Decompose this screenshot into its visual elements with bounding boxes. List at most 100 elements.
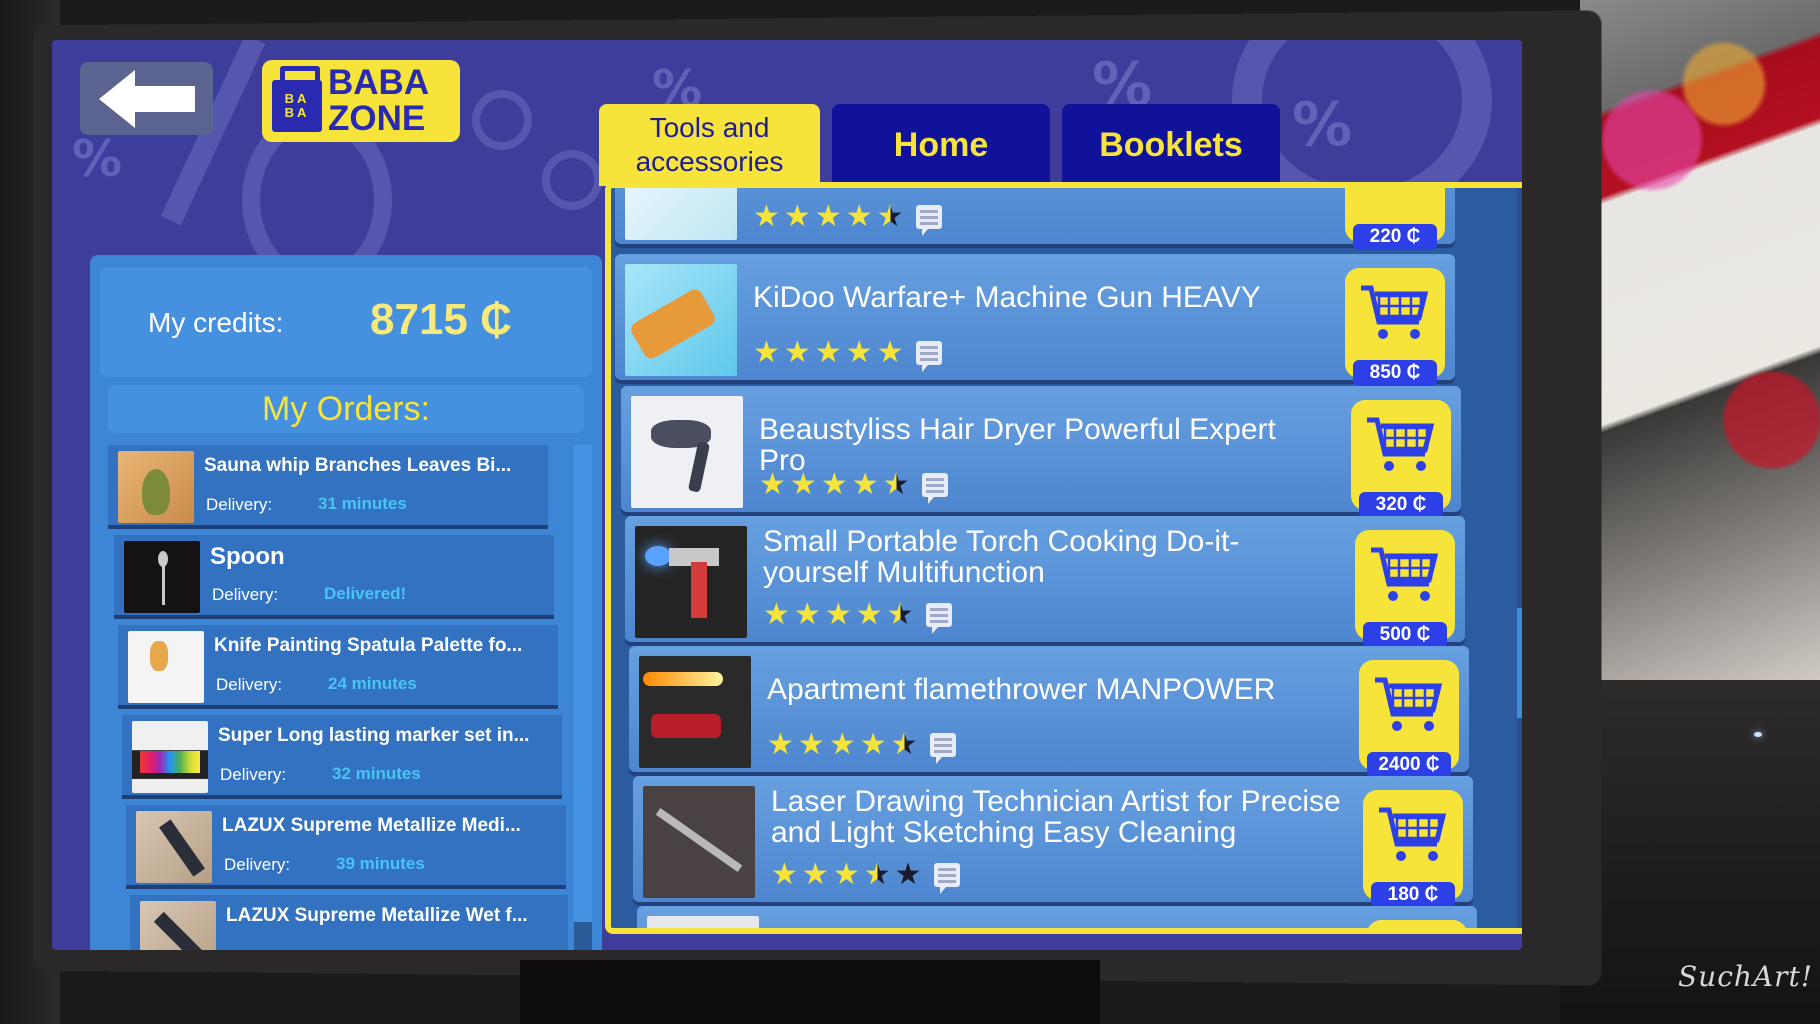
star-icon: ★ — [793, 598, 821, 631]
star-icon: ★ — [859, 728, 887, 761]
bg-percent-ring — [472, 90, 532, 150]
delivery-label: Delivery: — [220, 765, 287, 784]
delivery-label: Delivery: — [224, 855, 291, 874]
product-row[interactable]: Laser Drawing Technician Artist for Prec… — [633, 776, 1473, 908]
price-badge: 320 ₵ — [1359, 492, 1443, 518]
star-icon: ★ — [797, 728, 825, 761]
scene-light — [1754, 732, 1762, 737]
hair-dryer-handle — [687, 441, 711, 493]
tab-tools-and-accessories[interactable]: Tools and accessories — [599, 104, 820, 186]
tab-label: Booklets — [1099, 125, 1243, 164]
rating-stars: ★ ★ ★ ★ ★ — [763, 598, 952, 634]
tab-booklets[interactable]: Booklets — [1062, 104, 1280, 186]
product-name: KiDoo Warfare+ Machine Gun HEAVY — [753, 281, 1261, 314]
shopping-bag-icon: BA BA — [272, 66, 322, 132]
product-thumbnail — [639, 656, 751, 768]
star-icon: ★ — [890, 728, 918, 761]
product-thumbnail — [631, 396, 743, 508]
star-icon: ★ — [845, 336, 873, 369]
credits-box: My credits: 8715 ₵ — [100, 267, 592, 377]
price-badge: 180 ₵ — [1371, 882, 1455, 908]
price-badge: 500 ₵ — [1363, 622, 1447, 648]
reviews-icon[interactable] — [915, 341, 942, 372]
product-thumbnail — [647, 916, 759, 928]
star-icon: ★ — [851, 468, 879, 501]
add-to-cart-button[interactable]: 320 ₵ — [1351, 400, 1451, 518]
product-scrollbar-thumb[interactable] — [1517, 608, 1522, 718]
order-item[interactable]: Knife Painting Spatula Palette fo... Del… — [118, 625, 558, 709]
order-item[interactable]: Super Long lasting marker set in... Deli… — [122, 715, 562, 799]
add-to-cart-button[interactable] — [1367, 920, 1467, 928]
order-item[interactable]: LAZUX Supreme Metallize Wet f... — [130, 895, 568, 950]
cart-icon — [1367, 417, 1435, 471]
reviews-icon[interactable] — [925, 603, 952, 634]
product-thumbnail — [635, 526, 747, 638]
delivery-status: Delivered! — [324, 584, 407, 603]
orders-scrollbar[interactable] — [574, 445, 592, 950]
delivery-status: 32 minutes — [332, 764, 421, 783]
star-icon: ★ — [876, 200, 904, 233]
product-thumbnail — [643, 786, 755, 898]
star-icon: ★ — [753, 336, 780, 369]
add-to-cart-button[interactable]: 850 ₵ — [1345, 268, 1445, 386]
spoon-handle — [162, 565, 165, 605]
star-icon: ★ — [814, 336, 842, 369]
product-name: Small Portable Torch Cooking Do-it-yours… — [763, 525, 1240, 589]
bg-percent-sign: % — [72, 130, 123, 188]
product-name: Beaustyliss Hair Dryer Powerful Expert P… — [759, 413, 1276, 477]
product-row[interactable]: Beaustyliss Hair Dryer Powerful Expert P… — [621, 386, 1461, 518]
logo-line2: ZONE — [328, 99, 426, 138]
product-row[interactable]: UV-Gamma Lamp Burner Ray — [637, 906, 1477, 928]
credits-label: My credits: — [148, 307, 284, 338]
paint-marker-image — [153, 911, 207, 950]
order-item[interactable]: Sauna whip Branches Leaves Bi... Deliver… — [108, 445, 548, 529]
product-thumbnail — [625, 188, 737, 240]
order-item[interactable]: LAZUX Supreme Metallize Medi... Delivery… — [126, 805, 566, 889]
add-to-cart-button[interactable]: 180 ₵ — [1363, 790, 1463, 908]
logo-line1: BABA — [328, 63, 430, 102]
cart-icon — [1379, 807, 1447, 861]
bg-percent-ring — [542, 150, 602, 210]
order-thumbnail — [132, 721, 208, 793]
star-icon: ★ — [759, 468, 786, 501]
reviews-icon[interactable] — [933, 863, 960, 894]
product-row[interactable]: Apartment flamethrower MANPOWER ★ ★ ★ ★ ★ 24… — [629, 646, 1469, 778]
product-name: Laser Drawing Technician Artist for Prec… — [771, 785, 1341, 849]
tab-home[interactable]: Home — [832, 104, 1050, 186]
orders-heading: My Orders: — [108, 385, 584, 433]
product-row[interactable]: KiDoo Warfare+ Machine Gun HEAVY ★ ★ ★ ★ ★ 8… — [615, 254, 1455, 386]
product-row[interactable]: Small Portable Torch Cooking Do-it-yours… — [625, 516, 1465, 648]
star-icon: ★ — [763, 598, 790, 631]
orders-list: Sauna whip Branches Leaves Bi... Deliver… — [108, 445, 568, 950]
star-icon: ★ — [828, 728, 856, 761]
order-name: Knife Painting Spatula Palette fo... — [214, 635, 523, 656]
orders-scrollbar-thumb[interactable] — [574, 922, 592, 950]
add-to-cart-button[interactable]: 2400 ₵ — [1359, 660, 1459, 778]
star-icon: ★ — [894, 858, 922, 891]
reviews-icon[interactable] — [921, 473, 948, 504]
delivery-label: Delivery: — [206, 495, 273, 514]
product-scrollbar[interactable] — [1517, 188, 1522, 928]
back-button[interactable] — [80, 62, 213, 135]
logo-bag-text: BA — [284, 105, 310, 120]
product-row[interactable]: ★ ★ ★ ★ ★ 220 ₵ — [615, 188, 1455, 250]
add-to-cart-button[interactable]: 500 ₵ — [1355, 530, 1455, 648]
product-thumbnail — [625, 264, 737, 376]
order-name: Sauna whip Branches Leaves Bi... — [204, 455, 512, 476]
star-icon: ★ — [824, 598, 852, 631]
order-thumbnail — [128, 631, 204, 703]
reviews-icon[interactable] — [915, 205, 942, 236]
star-icon: ★ — [863, 858, 891, 891]
rating-stars: ★ ★ ★ ★ ★ — [767, 728, 956, 764]
logo-bag-text: BA — [284, 91, 310, 106]
flamethrower-image — [651, 714, 721, 738]
rating-stars: ★ ★ ★ ★ ★ — [759, 468, 948, 504]
cart-icon — [1371, 547, 1439, 601]
star-icon: ★ — [771, 858, 798, 891]
order-thumbnail — [124, 541, 200, 613]
reviews-icon[interactable] — [929, 733, 956, 764]
paint-marker-image — [159, 819, 205, 877]
add-to-cart-button[interactable]: 220 ₵ — [1345, 188, 1445, 250]
order-item[interactable]: Spoon Delivery: Delivered! — [114, 535, 554, 619]
spatula-image — [150, 641, 168, 671]
